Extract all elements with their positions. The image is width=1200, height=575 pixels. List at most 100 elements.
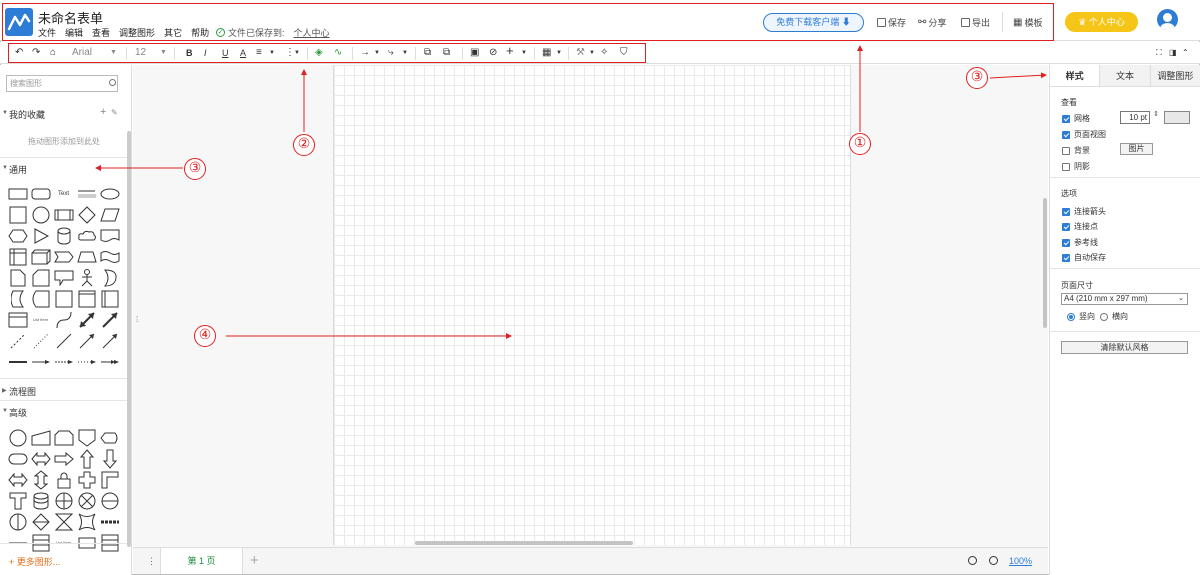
- autosave-option[interactable]: 自动保存: [1062, 252, 1106, 263]
- shape-window[interactable]: [6, 309, 29, 330]
- paper-size-select[interactable]: A4 (210 mm x 297 mm) ⌄: [1061, 293, 1188, 305]
- shape-parallelogram[interactable]: [98, 204, 121, 225]
- shape-thick-line[interactable]: [6, 351, 29, 372]
- shape-up-arrow[interactable]: [75, 448, 98, 469]
- shape-dashed-line[interactable]: [6, 330, 29, 351]
- shape-cylinder[interactable]: [52, 225, 75, 246]
- shape-off-page[interactable]: [75, 427, 98, 448]
- shape-or[interactable]: [98, 267, 121, 288]
- background-checkbox[interactable]: [1062, 146, 1070, 155]
- shape-manual-input[interactable]: [29, 427, 52, 448]
- add-page-icon[interactable]: +: [250, 552, 259, 569]
- shape-swimlane[interactable]: [98, 288, 121, 309]
- connection-points-checkbox[interactable]: [1062, 222, 1070, 231]
- shape-note[interactable]: [6, 267, 29, 288]
- shape-search-input[interactable]: 搜索图形: [6, 75, 118, 92]
- more-shapes-button[interactable]: + 更多图形...: [9, 555, 60, 568]
- shape-star4[interactable]: [75, 511, 98, 532]
- shape-arrow[interactable]: [98, 309, 121, 330]
- shape-circle[interactable]: [29, 204, 52, 225]
- shape-link-arrow[interactable]: [29, 351, 52, 372]
- shape-trapezoid[interactable]: [75, 246, 98, 267]
- shape-double-arrow[interactable]: [98, 351, 121, 372]
- fullscreen-icon[interactable]: ⛶: [1156, 47, 1162, 59]
- shape-double-arrow-v[interactable]: [29, 469, 52, 490]
- shape-ellipse[interactable]: [98, 183, 121, 204]
- search-icon[interactable]: [109, 79, 116, 86]
- section-general[interactable]: ▼ 通用: [0, 163, 128, 176]
- section-flowchart[interactable]: ▶ 流程图: [0, 385, 128, 398]
- shape-or-junction[interactable]: [75, 490, 98, 511]
- collapse-icon[interactable]: ⌃: [1182, 47, 1189, 59]
- canvas-vertical-scrollbar[interactable]: [1043, 198, 1047, 328]
- shape-square[interactable]: [6, 204, 29, 225]
- shape-double-arrow-h[interactable]: [6, 469, 29, 490]
- shape-internal-storage[interactable]: [6, 246, 29, 267]
- shape-bidirectional-arrow[interactable]: [75, 309, 98, 330]
- tab-text[interactable]: 文本: [1099, 65, 1150, 86]
- shape-container[interactable]: [75, 288, 98, 309]
- edit-favorite-icon[interactable]: ✎: [111, 108, 118, 117]
- user-center-button[interactable]: ♛ 个人中心: [1065, 12, 1138, 32]
- shape-collate[interactable]: [52, 511, 75, 532]
- shape-summing-junction[interactable]: [52, 490, 75, 511]
- shape-corner[interactable]: [98, 469, 121, 490]
- tab-page-1[interactable]: 第 1 页: [160, 548, 243, 574]
- shape-down-arrow[interactable]: [98, 448, 121, 469]
- shape-line[interactable]: [52, 330, 75, 351]
- shadow-option[interactable]: 阴影: [1062, 161, 1090, 172]
- landscape-radio[interactable]: [1100, 312, 1108, 321]
- shape-triangle[interactable]: [29, 225, 52, 246]
- connection-arrows-option[interactable]: 连接箭头: [1062, 206, 1106, 217]
- background-image-button[interactable]: 图片: [1120, 143, 1153, 155]
- user-avatar[interactable]: [1157, 9, 1178, 30]
- shape-text[interactable]: Text: [52, 183, 75, 204]
- shape-data-storage[interactable]: [6, 288, 29, 309]
- shape-loop-limit[interactable]: [52, 427, 75, 448]
- grid-size-stepper-icon[interactable]: ⇕: [1153, 110, 1159, 118]
- shape-cube[interactable]: [29, 246, 52, 267]
- connection-points-option[interactable]: 连接点: [1062, 221, 1098, 232]
- page-view-option[interactable]: 页面视图: [1062, 129, 1106, 140]
- shape-circle-adv[interactable]: [6, 427, 29, 448]
- portrait-radio[interactable]: [1067, 312, 1075, 321]
- connection-arrows-checkbox[interactable]: [1062, 207, 1070, 216]
- shape-dotted-line[interactable]: [29, 330, 52, 351]
- grid-checkbox[interactable]: [1062, 114, 1070, 123]
- shape-hexagon[interactable]: [6, 225, 29, 246]
- shape-connector-arrow[interactable]: [75, 330, 98, 351]
- page-view-checkbox[interactable]: [1062, 130, 1070, 139]
- shape-directional-connector[interactable]: [98, 330, 121, 351]
- panel-resize-handle[interactable]: ⁞: [136, 315, 138, 324]
- portrait-option[interactable]: 竖向: [1067, 311, 1095, 322]
- shape-rectangle[interactable]: [6, 183, 29, 204]
- shape-sort[interactable]: [29, 511, 52, 532]
- reset-default-style-button[interactable]: 清除默认风格: [1061, 341, 1188, 354]
- shape-dash-bar[interactable]: [98, 511, 121, 532]
- background-option[interactable]: 背景: [1062, 145, 1090, 156]
- shape-lock[interactable]: [52, 469, 75, 490]
- shadow-checkbox[interactable]: [1062, 162, 1070, 171]
- add-favorite-icon[interactable]: +: [100, 106, 106, 118]
- shape-database[interactable]: [29, 490, 52, 511]
- section-advanced[interactable]: ▼ 高级: [0, 406, 128, 419]
- shape-dashed-arrow[interactable]: [52, 351, 75, 372]
- guides-option[interactable]: 参考线: [1062, 237, 1098, 248]
- shape-tee[interactable]: [6, 490, 29, 511]
- grid-option[interactable]: 网格: [1062, 113, 1090, 124]
- shape-delay[interactable]: [29, 288, 52, 309]
- zoom-level-select[interactable]: 100%: [1009, 556, 1032, 566]
- tab-arrange[interactable]: 调整图形: [1149, 65, 1200, 86]
- grid-color-picker[interactable]: [1164, 111, 1190, 124]
- shape-cross[interactable]: [75, 469, 98, 490]
- shape-cloud[interactable]: [75, 225, 98, 246]
- shape-step[interactable]: [52, 246, 75, 267]
- shape-circle-vline[interactable]: [6, 511, 29, 532]
- shape-dotted-arrow[interactable]: [75, 351, 98, 372]
- shape-process[interactable]: [52, 204, 75, 225]
- toggle-panel-icon[interactable]: ◨: [1169, 47, 1177, 59]
- guides-checkbox[interactable]: [1062, 238, 1070, 247]
- shape-list-item[interactable]: List Item: [29, 309, 52, 330]
- canvas-horizontal-scrollbar[interactable]: [415, 541, 633, 545]
- section-favorites[interactable]: ▼ 我的收藏: [0, 108, 128, 121]
